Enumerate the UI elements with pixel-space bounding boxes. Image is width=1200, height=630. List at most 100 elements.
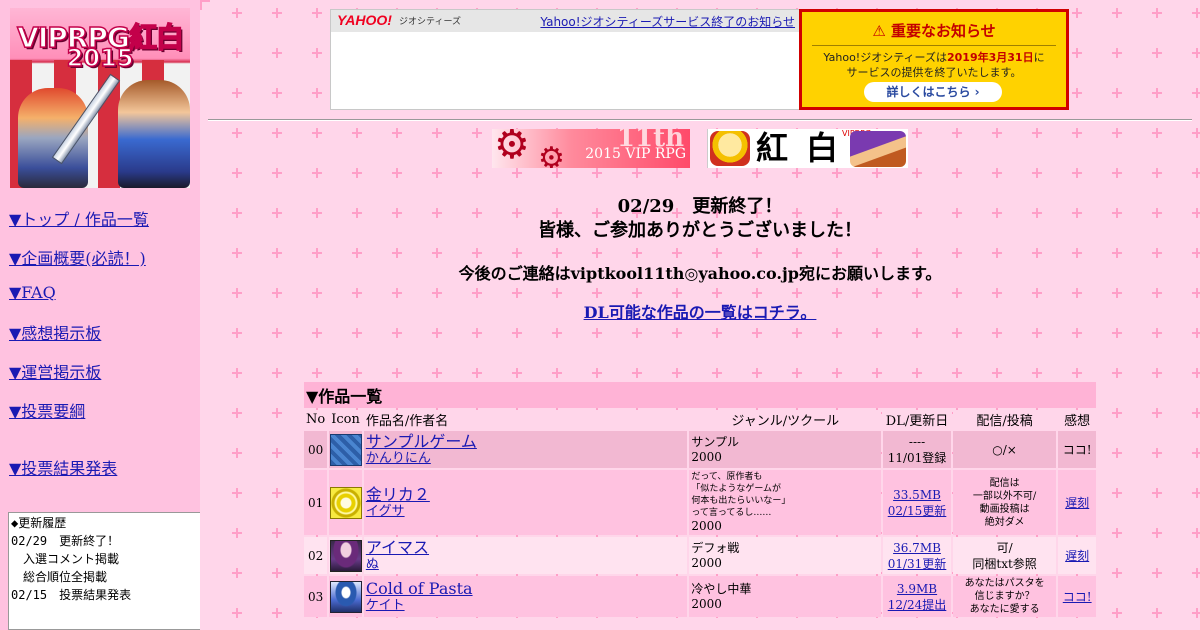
work-download-link[interactable]: 3.9MB <box>885 581 949 597</box>
work-tool: 2000 <box>691 449 722 464</box>
work-title-cell: 金リカ２ イグサ <box>363 470 688 535</box>
background-cross-icon <box>632 248 642 258</box>
background-cross-icon <box>992 248 1002 258</box>
background-cross-icon <box>1152 128 1162 138</box>
background-cross-icon <box>1192 128 1200 138</box>
background-cross-icon <box>312 368 322 378</box>
background-cross-icon <box>912 288 922 298</box>
background-cross-icon <box>832 248 842 258</box>
background-cross-icon <box>952 368 962 378</box>
background-cross-icon <box>792 168 802 178</box>
work-update-link[interactable]: 02/15更新 <box>885 503 949 519</box>
work-author-link[interactable]: ケイト <box>366 598 685 614</box>
work-stream-cell: あなたはパスタを 信じますか？ あなたに愛する <box>952 576 1057 617</box>
background-cross-icon <box>552 168 562 178</box>
column-header-title-author: 作品名/作者名 <box>363 410 688 429</box>
background-cross-icon <box>792 248 802 258</box>
background-cross-icon <box>1112 48 1122 58</box>
table-row: 01 金リカ２ イグサ だって、原作者も 「似たようなゲームが 何本も出たらいい… <box>304 470 1096 535</box>
work-author-link[interactable]: ぬ <box>366 557 685 573</box>
background-cross-icon <box>912 328 922 338</box>
background-cross-icon <box>232 448 242 458</box>
important-notice-box[interactable]: ⚠ 重要なお知らせ Yahoo!ジオシティーズは2019年3月31日に サービス… <box>799 9 1069 110</box>
background-cross-icon <box>392 328 402 338</box>
background-cross-icon <box>432 288 442 298</box>
work-impression-link[interactable]: 遅刻 <box>1065 549 1089 563</box>
service-end-notice-link[interactable]: Yahoo!ジオシティーズサービス終了のお知らせ <box>540 13 795 30</box>
background-cross-icon <box>352 168 362 178</box>
background-cross-icon <box>832 168 842 178</box>
work-title-link[interactable]: サンプルゲーム <box>366 432 685 451</box>
background-cross-icon <box>872 328 882 338</box>
banner-haku-text: 白 <box>806 129 839 167</box>
work-title-link[interactable]: アイマス <box>366 538 685 557</box>
nav-link-faq[interactable]: ▼FAQ <box>9 283 56 302</box>
work-download-link[interactable]: 33.5MB <box>885 487 949 503</box>
background-cross-icon <box>432 168 442 178</box>
background-cross-icon <box>232 8 242 18</box>
background-cross-icon <box>912 168 922 178</box>
notice-text: Yahoo!ジオシティーズは <box>823 51 947 64</box>
kouhaku-banner[interactable]: 紅 白 VIPRPG <box>707 129 908 168</box>
background-cross-icon <box>312 88 322 98</box>
background-cross-icon <box>872 288 882 298</box>
nav-link-admin-board[interactable]: ▼運営掲示板 <box>9 359 101 383</box>
work-impression-link[interactable]: 遅刻 <box>1065 496 1089 510</box>
event-logo-image[interactable]: VIPRPG紅白 2015 <box>10 8 190 188</box>
background-cross-icon <box>232 488 242 498</box>
background-cross-icon <box>752 168 762 178</box>
work-genre: デフォ戦 <box>691 540 740 555</box>
background-cross-icon <box>872 168 882 178</box>
background-cross-icon <box>1152 248 1162 258</box>
work-tool: 2000 <box>691 596 722 611</box>
nav-link-impressions-board[interactable]: ▼感想掲示板 <box>9 320 101 344</box>
nav-link-overview[interactable]: ▼企画概要(必読！) <box>9 245 146 269</box>
dl-list-link-line: DL可能な作品の一覧はコチラ。 <box>200 299 1200 323</box>
background-cross-icon <box>1152 328 1162 338</box>
background-cross-icon <box>912 248 922 258</box>
nav-link-voting-results[interactable]: ▼投票結果発表 <box>9 455 117 479</box>
background-cross-icon <box>1112 448 1122 458</box>
logo-year: 2015 <box>66 43 134 73</box>
work-dl-cell: 36.7MB 01/31更新 <box>883 537 951 574</box>
background-cross-icon <box>952 128 962 138</box>
update-history-box[interactable]: ◆更新履歴 02/29 更新終了！ 入選コメント掲載 総合順位全掲載 02/15 投… <box>8 512 200 630</box>
column-header-impressions: 感想 <box>1058 410 1096 429</box>
work-update-link[interactable]: 12/24提出 <box>885 597 949 613</box>
background-cross-icon <box>1032 368 1042 378</box>
background-cross-icon <box>1192 48 1200 58</box>
background-cross-icon <box>1072 48 1082 58</box>
background-cross-icon <box>1152 368 1162 378</box>
work-genre-cell: デフォ戦 2000 <box>689 537 882 574</box>
nav-link-top[interactable]: ▼トップ / 作品一覧 <box>9 206 149 230</box>
background-cross-icon <box>312 248 322 258</box>
work-author-link[interactable]: かんりにん <box>366 451 685 467</box>
background-cross-icon <box>1192 568 1200 578</box>
work-title-link[interactable]: 金リカ２ <box>366 485 685 504</box>
work-genre-cell: サンプル 2000 <box>689 431 882 468</box>
details-button[interactable]: 詳しくはこちら › <box>864 82 1002 102</box>
background-cross-icon <box>712 168 722 178</box>
background-cross-icon <box>272 88 282 98</box>
background-cross-icon <box>272 128 282 138</box>
work-update-link[interactable]: 01/31更新 <box>885 556 949 572</box>
work-impression-cell: 遅刻 <box>1058 537 1096 574</box>
background-cross-icon <box>672 368 682 378</box>
yahoo-logo[interactable]: YAHOO! <box>337 12 392 28</box>
work-impression-link[interactable]: ココ! <box>1063 590 1092 604</box>
background-cross-icon <box>1192 328 1200 338</box>
background-cross-icon <box>832 288 842 298</box>
background-cross-icon <box>1112 8 1122 18</box>
thanks-message: 皆様、ご参加ありがとうございました！ <box>538 220 862 241</box>
work-download-link[interactable]: 36.7MB <box>885 540 949 556</box>
background-cross-icon <box>1192 408 1200 418</box>
background-cross-icon <box>1152 8 1162 18</box>
works-table-header: No Icon 作品名/作者名 ジャンル/ツクール DL/更新日 配信/投稿 感… <box>304 410 1096 429</box>
dl-list-link[interactable]: DL可能な作品の一覧はコチラ。 <box>584 303 817 322</box>
background-cross-icon <box>1112 248 1122 258</box>
nav-link-voting-rules[interactable]: ▼投票要綱 <box>9 398 85 422</box>
work-title-link[interactable]: Cold of Pasta <box>366 579 685 598</box>
vip-rpg-11th-banner[interactable]: ⚙ ⚙ 11th 2015 VIP RPG <box>492 129 690 168</box>
background-cross-icon <box>1192 488 1200 498</box>
work-author-link[interactable]: イグサ <box>366 504 685 520</box>
